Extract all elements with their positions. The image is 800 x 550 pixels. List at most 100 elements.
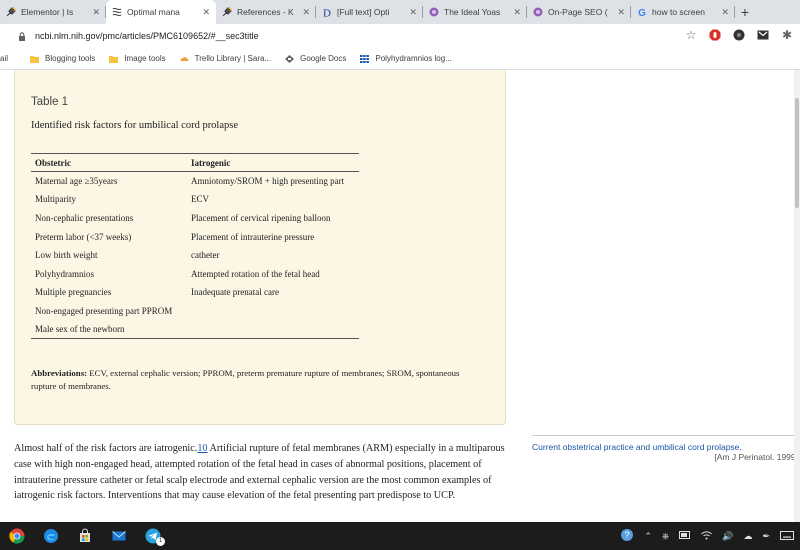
pen-icon[interactable]: ✒ [762,531,770,542]
table-label: Table 1 [31,96,69,108]
close-tab-icon[interactable]: ✕ [409,7,417,18]
star-icon[interactable]: ☆ [684,28,698,42]
iatrogenic-cell: ECV [191,194,209,205]
bookmark-label: Blogging tools [45,54,96,63]
bookmark-3[interactable]: Image tools [109,54,166,63]
lock-icon [19,31,25,41]
cloud-icon[interactable]: ☁ [743,531,752,542]
related-reference-citation: [Am J Perinatol. 1999] [714,452,798,462]
svg-text:G: G [638,8,646,17]
bookmark-2[interactable]: Blogging tools [30,54,95,63]
close-tab-icon[interactable]: ✕ [302,7,310,18]
tab-title: Optimal mana [127,7,180,17]
close-tab-icon[interactable]: ✕ [202,7,210,18]
close-tab-icon[interactable]: ✕ [513,7,521,18]
obstetric-cell: Maternal age ≥35years [35,176,118,187]
new-tab-button[interactable]: + [735,0,755,24]
related-reference-title[interactable]: Current obstetrical practice and umbilic… [532,442,800,452]
bookmark-1[interactable]: ail [0,54,8,63]
table-row: Non-cephalic presentations Placement of c… [31,209,359,228]
obstetric-cell: Male sex of the newborn [31,320,187,340]
grid-icon [360,54,375,63]
extension-dark-icon[interactable] [732,28,746,42]
close-tab-icon[interactable]: ✕ [617,7,625,18]
tab-5[interactable]: The Ideal Yoas ✕ [423,0,527,24]
help-icon[interactable]: ? [620,528,634,544]
system-tray: ? ⌃ ⎈ 🔊 ☁ ✒ [620,522,800,550]
close-tab-icon[interactable]: ✕ [721,7,729,18]
ncbi-icon [112,7,122,17]
scrollbar-thumb[interactable] [795,98,799,208]
svg-text:D: D [323,8,331,18]
table-row: Male sex of the newborn [31,320,359,340]
tab-7[interactable]: Ghow to screen ✕ [631,0,735,24]
obstetric-cell: Multiparity [35,194,76,205]
adblock-icon[interactable] [708,28,722,42]
bookmark-label: Google Docs [300,54,347,63]
wifi-icon[interactable] [701,530,713,542]
dove-d-icon: D [322,7,332,18]
bookmark-4[interactable]: Trello Library | Sara... [180,54,271,63]
close-tab-icon[interactable]: ✕ [92,7,100,18]
tab-strip: Elementor | Is ✕ Optimal mana ✕ References -… [0,0,800,24]
table-caption: Identified risk factors for umbilical co… [31,120,239,131]
obstetric-cell: Non-cephalic presentations [35,212,134,223]
risk-factor-table: Obstetric Iatrogenic Maternal age ≥35yea… [31,153,359,340]
keyboard-icon[interactable] [780,530,794,542]
url-text[interactable]: ncbi.nlm.nih.gov/pmc/articles/PMC6109652… [35,31,259,41]
telegram-icon[interactable]: 1 [136,522,170,550]
page-content: Table 1 Identified risk factors for umbi… [0,70,800,522]
table-row: Multiparity ECV [31,190,359,209]
table-header-row: Obstetric Iatrogenic [31,153,359,172]
extensions-puzzle-icon[interactable]: ✱ [780,28,794,42]
telegram-badge: 1 [156,537,165,546]
tab-title: Elementor | Is [21,7,74,17]
bookmark-label: ail [0,54,9,63]
folder-icon [30,55,45,63]
svg-text:?: ? [625,530,630,540]
obstetric-cell: Low birth weight [35,250,98,261]
tab-1[interactable]: Elementor | Is ✕ [0,0,106,24]
purple-circle-icon [533,7,543,17]
address-bar[interactable]: ncbi.nlm.nih.gov/pmc/articles/PMC6109652… [0,24,800,48]
gmail-m-icon[interactable] [756,28,770,42]
tab-6[interactable]: On-Page SEO ( ✕ [527,0,631,24]
chrome-icon[interactable] [0,522,34,550]
battery-icon[interactable] [679,531,691,541]
obstetric-cell: Multiple pregnancies [35,287,112,298]
table-row: Polyhydramnios Attempted rotation of the … [31,264,359,283]
bookmarks-bar: ail Blogging tools Image tools Trello Libra… [0,48,800,70]
iatrogenic-cell: Placement of cervical ripening balloon [191,212,331,223]
cloud-icon [180,55,195,63]
page-scrollbar[interactable] [794,70,800,522]
obstetric-cell: Non-engaged presenting part PPROM [35,305,173,316]
network-icon[interactable]: ⎈ [662,531,669,542]
bookmark-6[interactable]: Polyhydramnios log... [360,54,452,63]
store-icon[interactable] [68,522,102,550]
folder-icon [109,55,124,63]
table-row: Low birth weight catheter [31,246,359,265]
purple-circle-icon [429,7,439,17]
column-header-obstetric: Obstetric [31,153,187,172]
abbreviations-text: ECV, external cephalic version; PPROM, p… [31,368,460,391]
reference-link[interactable]: 10 [197,443,207,454]
plugin-icon [222,7,232,17]
tab-title: On-Page SEO ( [548,7,608,17]
tab-4[interactable]: D [Full text] Opti ✕ [316,0,423,24]
google-g-icon: G [637,7,647,17]
edge-icon[interactable] [34,522,68,550]
obstetric-cell: Polyhydramnios [35,268,95,279]
volume-icon[interactable]: 🔊 [722,531,733,542]
chevron-up-icon[interactable]: ⌃ [644,531,652,542]
tab-3[interactable]: References - K ✕ [216,0,316,24]
article-paragraph: Almost half of the risk factors are iatr… [14,441,510,504]
bookmark-5[interactable]: Google Docs [285,54,346,63]
bookmark-label: Trello Library | Sara... [194,54,272,63]
tab-title: how to screen [652,7,705,17]
mail-icon[interactable] [102,522,136,550]
bookmark-label: Polyhydramnios log... [375,54,452,63]
column-header-iatrogenic: Iatrogenic [187,153,359,172]
table-row: Maternal age ≥35years Amniotomy/SROM + hi… [31,172,359,191]
tab-2[interactable]: Optimal mana ✕ [106,0,216,24]
table-footnote: Abbreviations: ECV, external cephalic ve… [31,367,471,392]
